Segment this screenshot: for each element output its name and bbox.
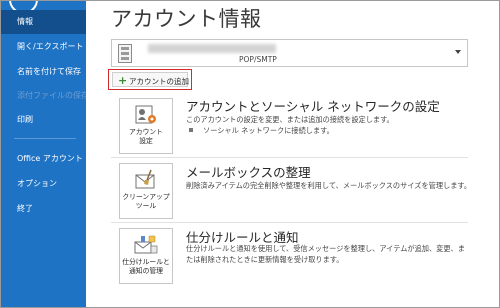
section-divider [111,157,468,158]
nav-item-options[interactable]: オプション [0,172,86,196]
account-type: POP/SMTP [239,55,277,64]
section-divider [111,222,468,223]
rules-alerts-description: 仕分けルールと通知を使用して、受信メッセージを整理し、アイテムが追加、変更、また… [186,244,465,264]
account-settings-tile-label: アカウント 設定 [129,128,163,145]
mailbox-cleanup-title: メールボックスの整理 [186,165,311,180]
plus-icon: + [118,74,128,87]
nav-item-save-as[interactable]: 名前を付けて保存 [0,60,86,84]
bullet-icon [189,128,193,132]
rules-alerts-icon [134,235,158,254]
add-account-highlight: + アカウントの追加 [108,69,192,90]
nav-item-exit[interactable]: 終了 [0,197,86,221]
account-settings-title: アカウントとソーシャル ネットワークの設定 [186,99,440,114]
rules-alerts-tile-label: 仕分けルールと 通知の管理 [122,258,170,275]
add-account-button[interactable]: + アカウントの追加 [112,72,189,87]
mailbox-cleanup-description: 削除済みアイテムの完全削除や整理を利用して、メールボックスのサイズを管理します。 [186,181,472,190]
nav-item-print[interactable]: 印刷 [0,108,86,132]
chevron-down-icon[interactable] [455,50,461,54]
account-settings-description: このアカウントの設定を変更、または追加の接続を設定します。 [186,115,394,124]
account-settings-icon [135,105,156,124]
nav-item-office-account[interactable]: Office アカウント [0,147,86,171]
account-settings-tile[interactable]: アカウント 設定 [119,98,173,154]
nav-separator [14,138,76,139]
cleanup-tools-tile-label: クリーンアップ ツール [122,193,170,210]
add-account-label: アカウントの追加 [129,77,189,86]
page-title: アカウント情報 [111,7,262,31]
social-network-bullet: ソーシャル ネットワークに接続します。 [189,126,334,136]
nav-item-info[interactable]: 情報 [0,10,86,34]
nav-item-save-attachments[interactable]: 添付ファイルの保存 [0,84,86,108]
nav-item-open-export[interactable]: 開く/エクスポート [0,35,86,59]
rules-alerts-tile[interactable]: 仕分けルールと 通知の管理 [119,228,173,284]
social-network-text: ソーシャル ネットワークに接続します。 [203,126,334,135]
cleanup-tools-icon [135,169,155,189]
account-email-redacted [148,44,276,53]
backstage-nav: 情報 開く/エクスポート 名前を付けて保存 添付ファイルの保存 印刷 Offic… [0,0,86,308]
mail-account-icon [118,44,132,63]
cleanup-tools-tile[interactable]: クリーンアップ ツール [119,163,173,219]
account-selector[interactable]: POP/SMTP [111,39,468,67]
